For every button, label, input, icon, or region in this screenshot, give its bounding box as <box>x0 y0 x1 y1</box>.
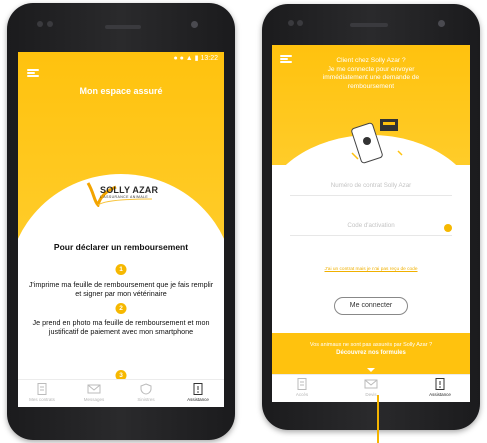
mail-icon <box>364 379 378 389</box>
step-text-2: Je prend en photo ma feuille de rembours… <box>32 318 210 336</box>
nav-item-access[interactable]: Accès <box>280 378 324 397</box>
activation-code-input[interactable]: Code d'activation <box>290 217 452 236</box>
brand-logo: SOLLY AZAR L'ASSURANCE ANIMALE <box>82 179 160 208</box>
logo-tagline: L'ASSURANCE ANIMALE <box>100 195 149 199</box>
bottom-navigation: Mes contrats Messages Sinistres Assistan… <box>18 379 224 407</box>
section-title: Pour déclarer un remboursement <box>53 242 189 252</box>
speaker-grille <box>350 23 388 27</box>
nav-label: Mes contrats <box>29 397 55 402</box>
nav-item-messages[interactable]: Messages <box>72 383 116 402</box>
status-bar: ● ● ▲ ▮ 13:22 <box>18 52 224 66</box>
contract-number-placeholder: Numéro de contrat Solly Azar <box>330 182 412 189</box>
nav-item-assistance[interactable]: Assistance <box>176 383 220 402</box>
speaker-grille <box>105 25 141 29</box>
left-screen: ● ● ▲ ▮ 13:22 Mon espace assuré SOLLY AZ… <box>18 52 224 407</box>
nav-label: Assistance <box>187 397 209 402</box>
annotation-pointer <box>377 395 379 443</box>
page-title: Mon espace assuré <box>79 86 163 96</box>
nav-item-contracts[interactable]: Mes contrats <box>20 383 64 402</box>
nav-label: Accès <box>295 392 309 397</box>
nav-item-claims[interactable]: Sinistres <box>124 383 168 402</box>
nav-label: Devis <box>365 392 377 397</box>
assistance-icon <box>193 383 203 395</box>
camera-icon <box>438 20 445 27</box>
nav-item-assistance[interactable]: Assistance <box>418 378 462 397</box>
status-time: 13:22 <box>200 55 218 62</box>
status-icons: ● ● ▲ ▮ <box>173 55 201 62</box>
no-code-link[interactable]: J'ai un contrat mais je n'ai pas reçu de… <box>272 267 470 272</box>
step-number-1: 1 <box>115 264 127 275</box>
chevron-down-icon[interactable] <box>367 368 375 372</box>
sensor-icon <box>297 20 303 26</box>
nav-label: Assistance <box>429 392 451 397</box>
step-text-1: J'imprime ma feuille de remboursement qu… <box>28 280 214 298</box>
promo-line-1: Vos animaux ne sont pas assurés par Soll… <box>309 342 433 348</box>
sensor-icon <box>47 21 53 27</box>
document-icon <box>297 378 307 390</box>
activation-code-placeholder: Code d'activation <box>347 222 395 229</box>
right-phone: Client chez Solly Azar ? Je me connecte … <box>262 4 480 430</box>
camera-icon <box>191 21 198 28</box>
promo-line-2: Découvrez nos formules <box>336 350 406 356</box>
phone-top-bezel <box>7 3 235 53</box>
help-icon[interactable] <box>444 224 452 232</box>
bottom-navigation: Accès Devis Assistance <box>272 374 470 402</box>
nav-item-quote[interactable]: Devis <box>349 378 393 397</box>
phone-illustration-icon <box>351 119 403 164</box>
right-screen: Client chez Solly Azar ? Je me connecte … <box>272 45 470 402</box>
step-number-2: 2 <box>115 303 127 314</box>
shield-icon <box>140 383 152 395</box>
connect-button[interactable]: Me connecter <box>334 297 408 315</box>
header-text: Client chez Solly Azar ? Je me connecte … <box>322 57 420 90</box>
mail-icon <box>87 384 101 394</box>
sensor-icon <box>37 21 43 27</box>
document-icon <box>37 383 47 395</box>
nav-label: Sinistres <box>137 397 155 402</box>
logo-name: SOLLY AZAR <box>100 185 159 195</box>
promo-banner[interactable]: Vos animaux ne sont pas assurés par Soll… <box>272 333 470 375</box>
sensor-icon <box>288 20 294 26</box>
assistance-icon <box>435 378 445 390</box>
contract-number-input[interactable]: Numéro de contrat Solly Azar <box>290 177 452 196</box>
nav-label: Messages <box>83 397 105 402</box>
menu-icon[interactable] <box>27 69 39 77</box>
left-phone: ● ● ▲ ▮ 13:22 Mon espace assuré SOLLY AZ… <box>7 3 235 440</box>
